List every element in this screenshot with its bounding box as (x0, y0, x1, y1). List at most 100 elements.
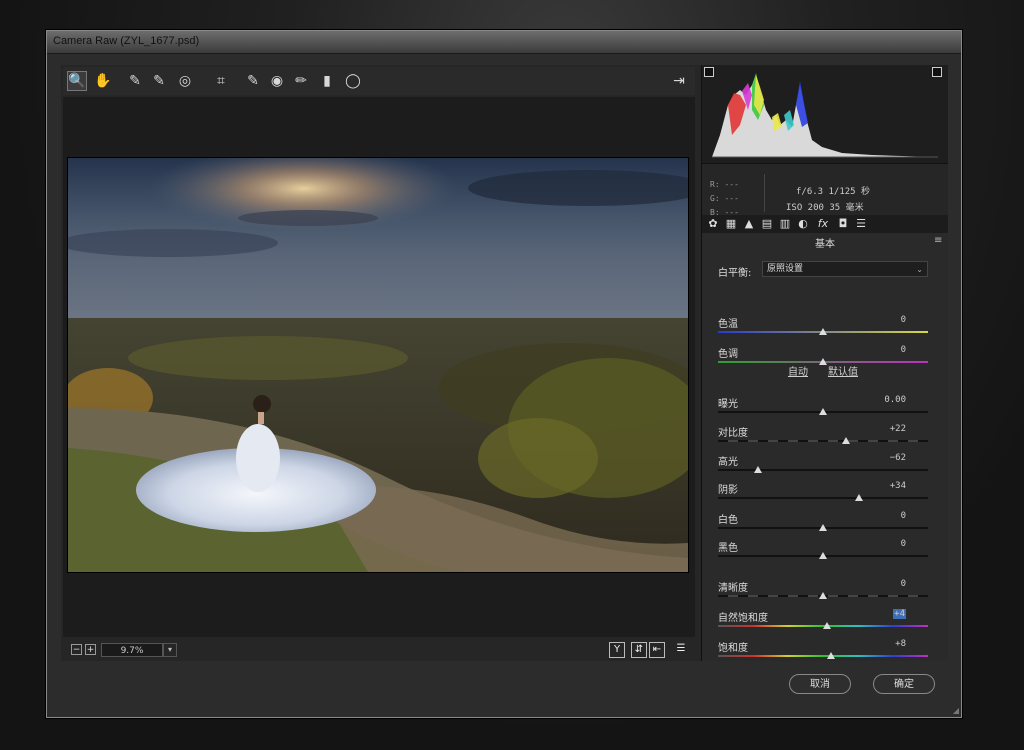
zoom-in-button[interactable]: + (85, 644, 96, 655)
iso-focal-length: ISO 200 35 毫米 (786, 203, 864, 213)
radial-filter-tool-icon[interactable]: ◯ (343, 71, 363, 91)
export-icon[interactable]: ⇥ (669, 71, 689, 91)
white-balance-value: 原照设置 (767, 264, 804, 274)
camera-raw-window: Camera Raw (ZYL_1677.psd) 🔍 ✋ ✎ ✎ ◎ ⌗ ✎ … (46, 30, 962, 718)
slider-thumb[interactable] (854, 494, 863, 501)
tab-split-toning-icon[interactable]: ▥ (778, 217, 792, 230)
histogram (702, 65, 948, 175)
resize-grip-icon[interactable]: ◢ (953, 706, 959, 715)
slider-thumb[interactable] (819, 524, 827, 531)
slider-label: 色调 (718, 349, 738, 360)
info-divider (764, 174, 765, 212)
bottom-bar: − + 9.7% ▾ Y ⇵ ⇤ ☰ (63, 639, 695, 661)
slider-thumb[interactable] (819, 358, 827, 365)
aperture-shutter: f/6.3 1/125 秒 (796, 187, 871, 197)
slider-row: 清晰度 0 (718, 579, 928, 607)
cancel-button[interactable]: 取消 (789, 674, 851, 694)
slider-track[interactable] (718, 655, 928, 657)
panel-title: 基本 (815, 239, 835, 250)
slider-track[interactable] (718, 469, 928, 471)
zoom-out-button[interactable]: − (71, 644, 82, 655)
tab-effects-icon[interactable]: fx (816, 217, 830, 230)
slider-label: 清晰度 (718, 583, 748, 594)
slider-value-field[interactable]: 0 (901, 579, 906, 589)
image-info: R: --- G: --- B: --- f/6.3 1/125 秒 ISO 2… (702, 163, 948, 217)
view-settings-icon[interactable]: ☰ (673, 642, 689, 658)
tab-detail-icon[interactable]: ▲ (742, 217, 756, 230)
slider-label: 对比度 (718, 428, 748, 439)
window-title: Camera Raw (ZYL_1677.psd) (53, 35, 200, 47)
tab-basic-icon[interactable]: ✿ (706, 217, 720, 230)
toolbar: 🔍 ✋ ✎ ✎ ◎ ⌗ ✎ ◉ ✏ ▮ ◯ ⇥ (63, 67, 695, 95)
slider-value-field[interactable]: +22 (890, 424, 906, 434)
slider-label: 阴影 (718, 485, 738, 496)
slider-label: 白色 (718, 515, 738, 526)
zoom-dropdown-chevron-icon[interactable]: ▾ (163, 643, 177, 657)
before-after-view-button[interactable]: Y (609, 642, 625, 658)
slider-thumb[interactable] (819, 328, 827, 335)
panel-menu-icon[interactable]: ≡ (934, 235, 942, 246)
slider-label: 黑色 (718, 543, 738, 554)
slider-row: 高光 −62 (718, 453, 928, 481)
slider-value-field[interactable]: +34 (890, 481, 906, 491)
dialog-content: 🔍 ✋ ✎ ✎ ◎ ⌗ ✎ ◉ ✏ ▮ ◯ ⇥ − + 9.7% ▾ Y ⇵ ⇤… (61, 65, 948, 661)
zoom-level[interactable]: 9.7% (101, 643, 163, 657)
slider-thumb[interactable] (842, 437, 851, 444)
white-balance-label: 白平衡: (718, 268, 752, 279)
title-bar[interactable]: Camera Raw (ZYL_1677.psd) (47, 31, 961, 54)
swap-settings-button[interactable]: ⇵ (631, 642, 647, 658)
slider-label: 饱和度 (718, 643, 748, 654)
slider-thumb[interactable] (753, 466, 762, 473)
slider-label: 色温 (718, 319, 738, 330)
slider-track[interactable] (718, 497, 928, 499)
histogram-graph (712, 73, 938, 158)
slider-row: 黑色 0 (718, 539, 928, 567)
slider-row: 曝光 0.00 (718, 395, 928, 423)
slider-value-field[interactable]: 0 (901, 315, 906, 325)
slider-label: 高光 (718, 457, 738, 468)
tab-lens-corrections-icon[interactable]: ◐ (796, 217, 810, 230)
spot-removal-tool-icon[interactable]: ✎ (243, 71, 263, 91)
adjustment-brush-tool-icon[interactable]: ✏ (291, 71, 311, 91)
slider-track[interactable] (718, 440, 928, 442)
tab-hsl-icon[interactable]: ▤ (760, 217, 774, 230)
slider-row: 色调 0 (718, 345, 928, 373)
ok-button[interactable]: 确定 (873, 674, 935, 694)
slider-value-field[interactable]: 0 (901, 345, 906, 355)
tab-presets-icon[interactable]: ☰ (854, 217, 868, 230)
slider-thumb[interactable] (827, 652, 836, 659)
white-balance-select[interactable]: 原照设置 ⌄ (762, 261, 928, 277)
targeted-adjustment-tool-icon[interactable]: ◎ (175, 71, 195, 91)
slider-label: 曝光 (718, 399, 738, 410)
white-balance-tool-icon[interactable]: ✎ (125, 71, 145, 91)
hand-tool-icon[interactable]: ✋ (93, 71, 113, 91)
color-sampler-tool-icon[interactable]: ✎ (149, 71, 169, 91)
slider-thumb[interactable] (819, 592, 827, 599)
slider-value-field[interactable]: 0 (901, 539, 906, 549)
slider-value-field[interactable]: +4 (893, 609, 906, 619)
tab-camera-calibration-icon[interactable]: ◘ (836, 217, 850, 230)
adjustments-panel: R: --- G: --- B: --- f/6.3 1/125 秒 ISO 2… (701, 65, 948, 661)
preview-photo[interactable] (67, 157, 689, 573)
slider-value-field[interactable]: +8 (895, 639, 906, 649)
copy-settings-button[interactable]: ⇤ (649, 642, 665, 658)
zoom-tool-icon[interactable]: 🔍 (67, 71, 87, 91)
slider-value-field[interactable]: −62 (890, 453, 906, 463)
slider-row: 饱和度 +8 (718, 639, 928, 667)
green-readout: G: --- (710, 194, 739, 203)
slider-value-field[interactable]: 0 (901, 511, 906, 521)
slider-row: 自然饱和度 +4 (718, 609, 928, 637)
slider-row: 对比度 +22 (718, 424, 928, 452)
slider-label: 自然饱和度 (718, 613, 768, 624)
crop-tool-icon[interactable]: ⌗ (211, 71, 231, 91)
red-eye-tool-icon[interactable]: ◉ (267, 71, 287, 91)
slider-value-field[interactable]: 0.00 (884, 395, 906, 405)
slider-thumb[interactable] (819, 408, 827, 415)
slider-row: 白色 0 (718, 511, 928, 539)
slider-thumb[interactable] (823, 622, 832, 629)
slider-thumb[interactable] (819, 552, 827, 559)
chevron-down-icon: ⌄ (916, 265, 923, 274)
graduated-filter-tool-icon[interactable]: ▮ (317, 71, 337, 91)
tab-tone-curve-icon[interactable]: ▦ (724, 217, 738, 230)
slider-row: 阴影 +34 (718, 481, 928, 509)
